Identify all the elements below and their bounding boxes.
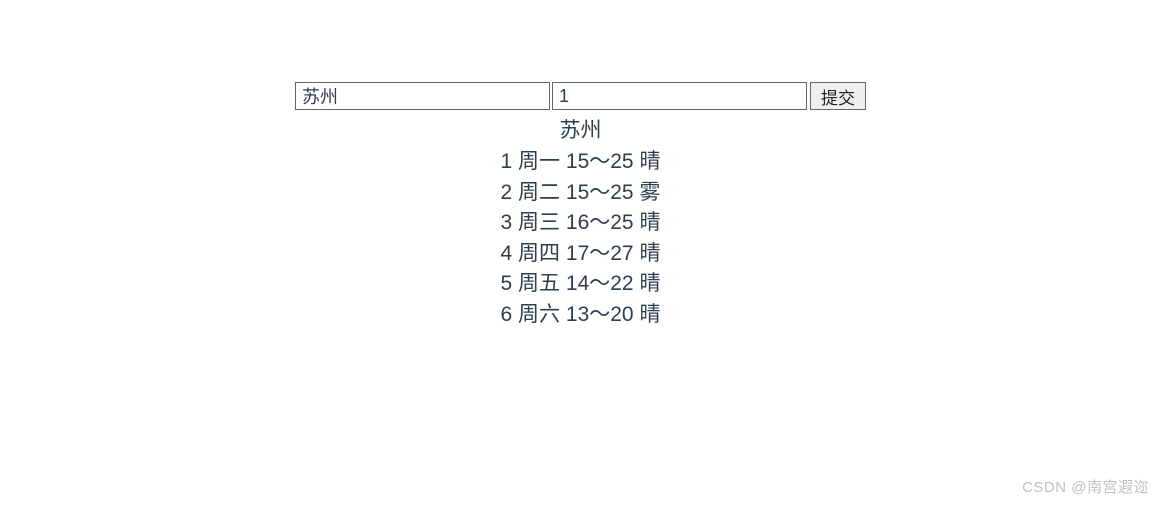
watermark: CSDN @南宫遐迩 — [1022, 476, 1149, 497]
forecast-row: 4 周四 17～27 晴 — [0, 239, 1161, 269]
forecast-row: 2 周二 15～25 雾 — [0, 178, 1161, 208]
forecast-row: 6 周六 13～20 晴 — [0, 300, 1161, 330]
second-input[interactable] — [552, 82, 807, 110]
query-form: 提交 — [295, 82, 866, 110]
city-input[interactable] — [295, 82, 550, 110]
forecast-row: 3 周三 16～25 晴 — [0, 208, 1161, 238]
main-container: 提交 苏州 1 周一 15～25 晴2 周二 15～25 雾3 周三 16～25… — [0, 0, 1161, 330]
forecast-row: 1 周一 15～25 晴 — [0, 147, 1161, 177]
forecast-list: 1 周一 15～25 晴2 周二 15～25 雾3 周三 16～25 晴4 周四… — [0, 147, 1161, 330]
submit-button[interactable]: 提交 — [810, 82, 866, 110]
forecast-row: 5 周五 14～22 晴 — [0, 269, 1161, 299]
result-city: 苏州 — [0, 116, 1161, 145]
result-area: 苏州 1 周一 15～25 晴2 周二 15～25 雾3 周三 16～25 晴4… — [0, 116, 1161, 330]
